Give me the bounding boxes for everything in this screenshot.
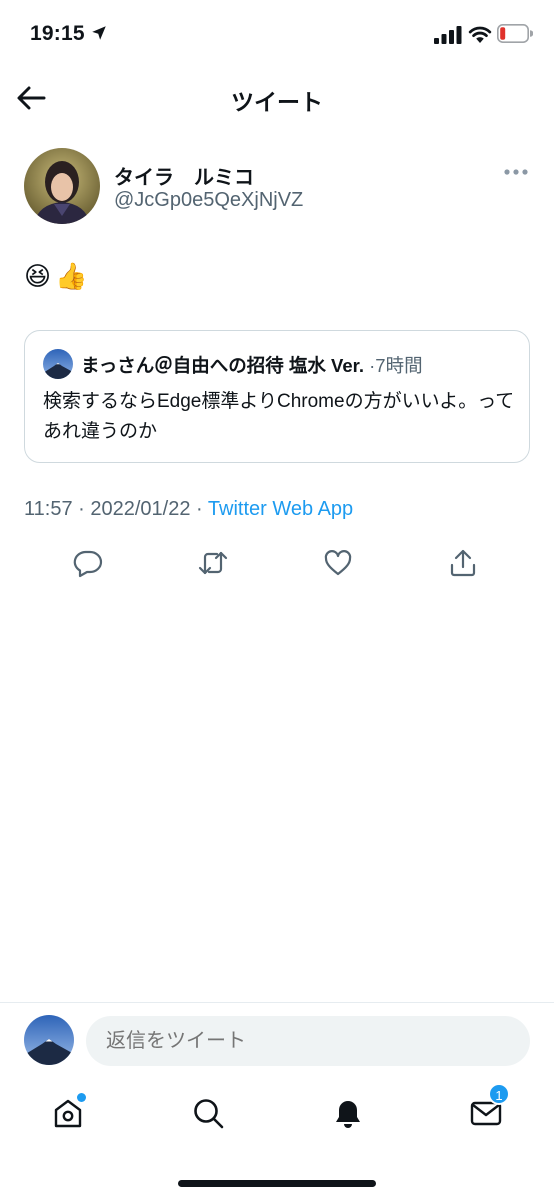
more-options-icon[interactable] <box>502 162 530 182</box>
tab-search[interactable] <box>188 1093 228 1133</box>
share-icon <box>450 549 476 577</box>
tab-home[interactable] <box>48 1093 88 1133</box>
quote-author-avatar <box>43 349 73 379</box>
quote-text: 検索するならEdge標準よりChromeの方がいいよ。ってあれ違うのか <box>43 391 515 442</box>
quote-header: まっさん＠自由への招待 塩水 Ver. ·7時間 <box>81 352 423 378</box>
status-time: 19:15 <box>30 22 85 45</box>
messages-count-badge: 1 <box>488 1083 510 1105</box>
tab-bar: 1 <box>0 1083 554 1145</box>
location-arrow-icon <box>92 26 106 40</box>
retweet-button[interactable] <box>193 543 233 583</box>
tweet-author: タイラ ルミコ @JcGp0e5QeXjNjVZ <box>24 148 530 226</box>
cellular-signal-icon <box>434 26 462 44</box>
tweet-date: 2022/01/22 <box>90 498 191 520</box>
meta-separator-1: · <box>78 498 85 520</box>
quote-author-name: まっさん＠自由への招待 塩水 Ver. <box>81 355 364 376</box>
author-avatar[interactable] <box>24 148 100 224</box>
notifications-icon <box>336 1101 360 1128</box>
retweet-icon <box>198 551 228 575</box>
home-unread-dot <box>77 1093 86 1102</box>
tweet-time: 11:57 <box>24 498 73 520</box>
search-icon <box>194 1099 224 1129</box>
battery-low-icon <box>497 24 533 43</box>
quoted-tweet[interactable]: まっさん＠自由への招待 塩水 Ver. ·7時間 検索するならEdge標準よりC… <box>24 330 530 463</box>
nav-header: ツイート <box>0 70 554 126</box>
like-icon <box>324 550 352 576</box>
tweet-meta: 11:57 · 2022/01/22 · Twitter Web App <box>24 498 353 521</box>
author-name[interactable]: タイラ ルミコ <box>114 161 254 190</box>
page-title: ツイート <box>231 89 323 115</box>
quote-time: 7時間 <box>375 355 423 376</box>
reply-button[interactable] <box>68 543 108 583</box>
tweet-source-link[interactable]: Twitter Web App <box>208 498 353 520</box>
author-handle[interactable]: @JcGp0e5QeXjNjVZ <box>114 189 303 212</box>
reply-icon <box>73 550 103 578</box>
tweet-actions <box>0 543 554 583</box>
home-indicator <box>178 1180 376 1187</box>
tab-notifications[interactable] <box>328 1093 368 1133</box>
meta-separator-2: · <box>196 498 203 520</box>
status-bar: 19:15 <box>0 0 554 70</box>
reply-input[interactable] <box>86 1016 530 1066</box>
wifi-icon <box>468 26 492 43</box>
share-button[interactable] <box>443 543 483 583</box>
tweet-text: 😆👍 <box>24 261 92 291</box>
reply-bar <box>0 1002 554 1078</box>
tab-messages[interactable]: 1 <box>466 1083 510 1133</box>
like-button[interactable] <box>318 543 358 583</box>
my-avatar[interactable] <box>24 1015 74 1065</box>
